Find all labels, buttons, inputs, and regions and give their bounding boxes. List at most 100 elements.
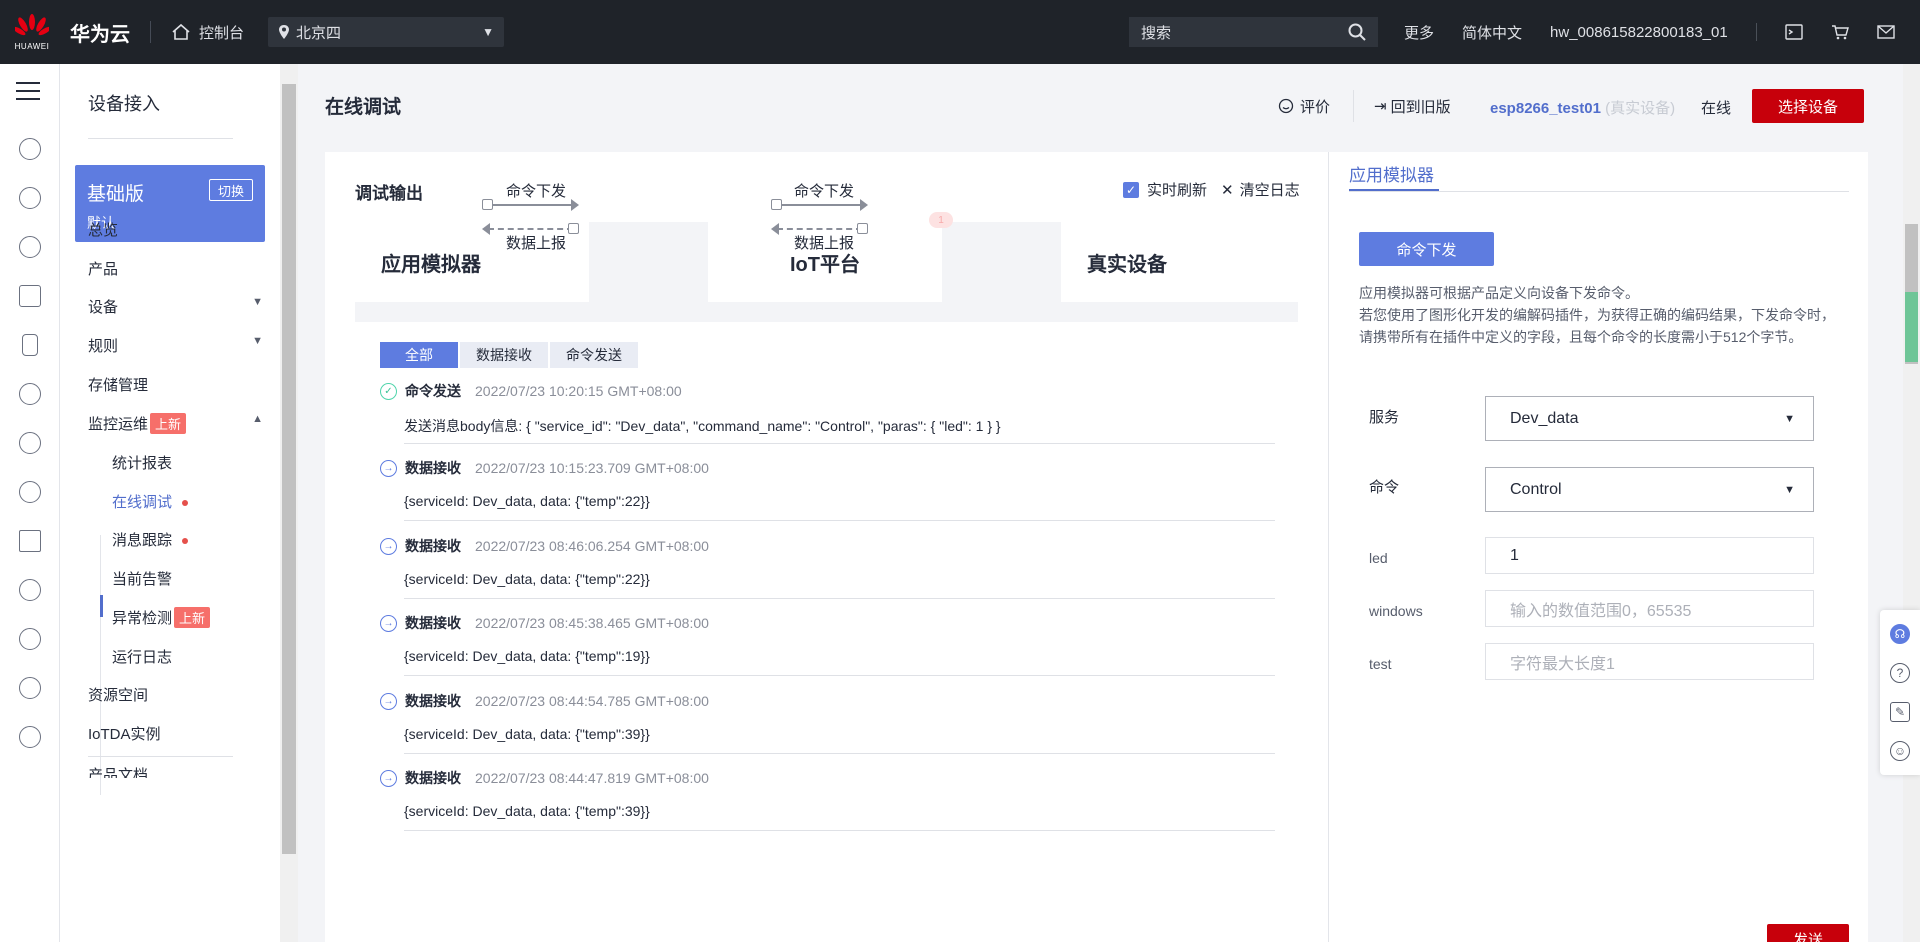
iot-sidebar: 设备接入 基础版 默认 切换 总览 产品 设备 ▼ 规则 ▼ 存储管理 监控运维 上新… — [60, 64, 280, 942]
region-select[interactable]: 北京四 ▼ — [268, 17, 505, 47]
tab-app-simulator[interactable]: 应用模拟器 — [1349, 161, 1434, 186]
tab-all[interactable]: 全部 — [380, 342, 458, 368]
scrollbar-thumb[interactable] — [282, 84, 296, 854]
sidebar-item-overview[interactable]: 总览 — [88, 219, 263, 240]
cloud-service-icon[interactable] — [19, 187, 41, 209]
sail-service-icon[interactable] — [19, 530, 41, 552]
sidebar-scrollbar[interactable] — [280, 64, 298, 942]
sidebar-subitem-online-debug[interactable]: 在线调试 — [112, 491, 189, 512]
cluster-service-icon[interactable] — [19, 628, 41, 650]
global-search-input[interactable]: 搜索 — [1129, 17, 1378, 47]
rate-button[interactable]: 评价 — [1278, 88, 1330, 124]
windows-placeholder: 输入的数值范围0，65535 — [1510, 602, 1692, 620]
sidebar-item-label: 规则 — [88, 338, 119, 355]
sidebar-item-storage[interactable]: 存储管理 — [88, 374, 263, 395]
ip-service-icon[interactable] — [19, 579, 41, 601]
device-name-link[interactable]: esp8266_test01 (真实设备) — [1490, 97, 1675, 118]
console-label: 控制台 — [199, 24, 245, 42]
sidebar-subitem-run-logs[interactable]: 运行日志 — [112, 646, 172, 667]
search-icon[interactable] — [1348, 23, 1366, 41]
sidebar-item-devices[interactable]: 设备 ▼ — [88, 296, 263, 317]
plan-switch-button[interactable]: 切换 — [209, 179, 253, 201]
tab-data-received[interactable]: 数据接收 — [460, 342, 548, 368]
logo-text: HUAWEI — [14, 41, 50, 51]
check-circle-icon: ✓ — [380, 382, 397, 400]
led-label: led — [1369, 550, 1388, 566]
cloud-service-icon[interactable] — [19, 236, 41, 258]
divider — [404, 520, 1275, 521]
windows-input[interactable]: 输入的数值范围0，65535 — [1485, 590, 1814, 627]
debug-output-controls: ✓ 实时刷新 ✕ 清空日志 — [1123, 179, 1300, 200]
help-icon[interactable]: ? — [1890, 663, 1910, 683]
windows-label: windows — [1369, 603, 1423, 619]
tab-command-sent[interactable]: 命令发送 — [550, 342, 638, 368]
red-dot — [182, 538, 189, 545]
sidebar-item-label: 监控运维 — [88, 416, 149, 433]
cloud-service-icon[interactable] — [19, 383, 41, 405]
subitem-label: 在线调试 — [112, 494, 173, 511]
description-line: 若您使用了图形化开发的编解码插件，为获得正确的编码结果，下发命令时，请携带所有在… — [1359, 307, 1835, 345]
sidebar-subitem-anomaly-detection[interactable]: 异常检测 上新 — [112, 607, 211, 628]
flow-cmd-down-label-1: 命令下发 — [506, 183, 567, 200]
sidebar-item-resource-space[interactable]: 资源空间 — [88, 684, 263, 705]
led-value: 1 — [1510, 546, 1519, 564]
command-send-mode-button[interactable]: 命令下发 — [1359, 232, 1494, 266]
select-device-button[interactable]: 选择设备 — [1752, 89, 1864, 123]
sidebar-item-monitoring[interactable]: 监控运维 上新 ▲ — [88, 413, 263, 434]
realtime-refresh-checkbox[interactable]: ✓ — [1123, 181, 1139, 198]
divider — [404, 675, 1275, 676]
brand-name[interactable]: 华为云 — [70, 18, 130, 47]
command-select[interactable]: Control ▼ — [1485, 467, 1814, 512]
service-select[interactable]: Dev_data ▼ — [1485, 396, 1814, 441]
realtime-refresh-label[interactable]: 实时刷新 — [1147, 179, 1207, 200]
sidebar-item-iotda-instance[interactable]: IoTDA实例 — [88, 723, 263, 744]
console-link[interactable]: 控制台 — [171, 22, 244, 43]
huawei-logo[interactable]: HUAWEI — [0, 0, 64, 64]
mail-icon[interactable] — [1877, 24, 1895, 40]
sidebar-subitem-current-alarms[interactable]: 当前告警 — [112, 568, 172, 589]
chart-service-icon[interactable] — [19, 285, 41, 307]
log-entry: → 数据接收 2022/07/23 08:45:38.465 GMT+08:00 {… — [380, 613, 1275, 676]
page-scrollbar[interactable] — [1903, 64, 1920, 942]
device-service-icon[interactable] — [22, 334, 38, 356]
language-switch[interactable]: 简体中文 — [1462, 22, 1522, 43]
cloud-service-icon[interactable] — [19, 138, 41, 160]
sidebar-item-label: 资源空间 — [88, 687, 149, 704]
more-menu[interactable]: 更多 — [1404, 22, 1434, 43]
sidebar-item-rules[interactable]: 规则 ▼ — [88, 335, 263, 356]
back-to-old-version-button[interactable]: ⇥ 回到旧版 — [1374, 88, 1451, 124]
sidebar-item-products[interactable]: 产品 — [88, 258, 263, 279]
cloud-service-icon[interactable] — [19, 481, 41, 503]
device-name: esp8266_test01 — [1490, 100, 1601, 117]
divider — [88, 756, 233, 757]
flow-data-up-label-2: 数据上报 — [794, 235, 855, 252]
log-body: {serviceId: Dev_data, data: {"temp":39}} — [404, 803, 650, 819]
sidebar-subitem-statistics[interactable]: 统计报表 — [112, 452, 172, 473]
cloud-service-icon[interactable] — [19, 432, 41, 454]
search-placeholder: 搜索 — [1141, 24, 1172, 42]
globe-service-icon[interactable] — [19, 677, 41, 699]
database-service-icon[interactable] — [19, 726, 41, 748]
headset-icon[interactable]: ☊ — [1890, 624, 1910, 644]
huawei-petal-icon — [15, 13, 49, 35]
sidebar-subitem-message-trace[interactable]: 消息跟踪 — [112, 529, 189, 550]
smile-icon[interactable]: ☺ — [1890, 741, 1910, 761]
test-input[interactable]: 字符最大长度1 — [1485, 643, 1814, 680]
log-filter-tabs: 全部 数据接收 命令发送 — [380, 342, 638, 368]
command-value: Control — [1510, 480, 1562, 498]
clear-log-button[interactable]: ✕ 清空日志 — [1221, 179, 1300, 200]
flow-data-up-label-1: 数据上报 — [506, 235, 567, 252]
feedback-icon[interactable]: ✎ — [1890, 702, 1910, 722]
device-type: (真实设备) — [1605, 100, 1676, 117]
new-badge: 上新 — [174, 607, 211, 628]
terminal-icon[interactable] — [1785, 24, 1803, 40]
log-body: {serviceId: Dev_data, data: {"temp":39}} — [404, 726, 650, 742]
send-button[interactable]: 发送 — [1767, 924, 1849, 942]
new-badge: 上新 — [150, 413, 187, 434]
arrow-left — [482, 223, 579, 235]
sidebar-item-docs[interactable]: 产品文档 — [88, 764, 263, 778]
cart-icon[interactable] — [1831, 24, 1849, 40]
menu-icon[interactable] — [16, 82, 40, 102]
account-menu[interactable]: hw_008615822800183_01 — [1550, 24, 1728, 41]
led-input[interactable]: 1 — [1485, 537, 1814, 574]
